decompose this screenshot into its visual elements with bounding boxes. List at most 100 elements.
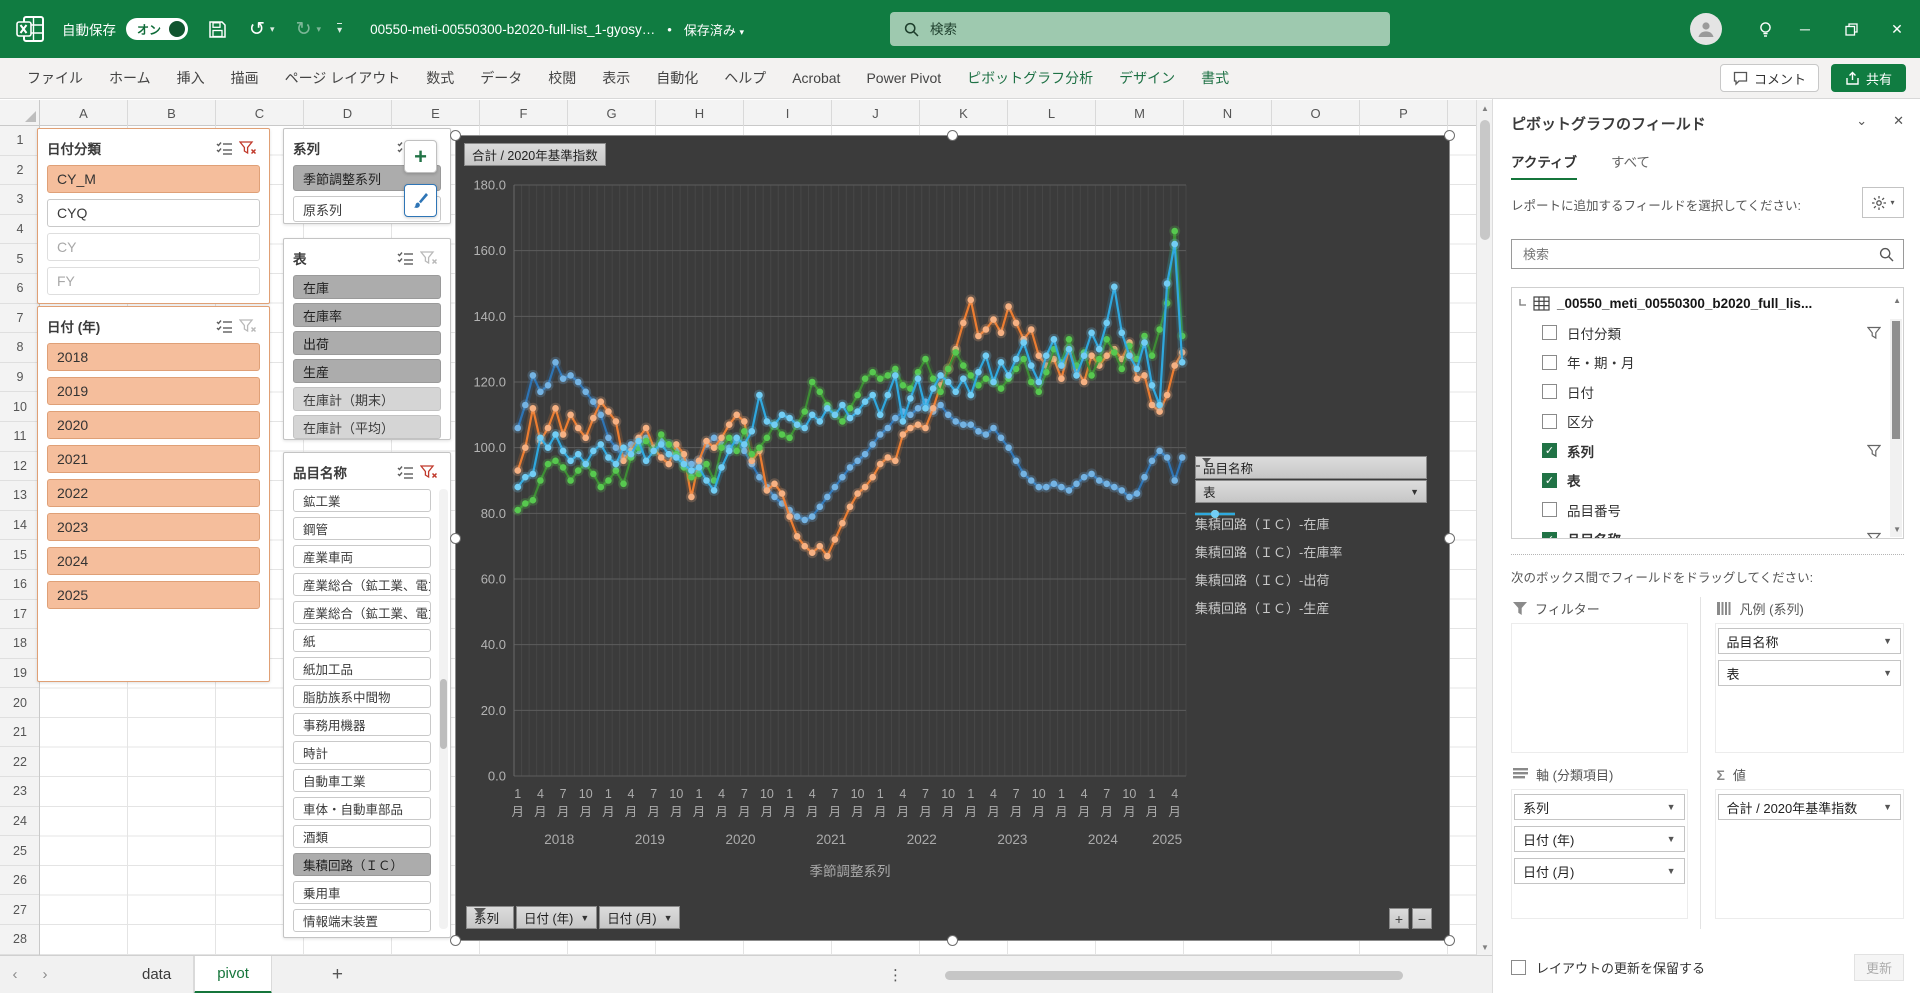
slicer-item[interactable]: 2018 [47, 343, 260, 371]
row-header-27[interactable]: 27 [0, 895, 40, 925]
search-input[interactable] [928, 21, 1348, 38]
row-header-3[interactable]: 3 [0, 185, 40, 215]
slicer-item[interactable]: 2022 [47, 479, 260, 507]
row-header-7[interactable]: 7 [0, 304, 40, 334]
column-header-H[interactable]: H [656, 100, 744, 126]
column-header-O[interactable]: O [1272, 100, 1360, 126]
multi-select-icon[interactable] [212, 138, 236, 158]
chart-handle-top-center[interactable] [947, 130, 958, 141]
field-checkbox[interactable] [1542, 355, 1557, 370]
comments-button[interactable]: コメント [1720, 64, 1819, 92]
row-header-24[interactable]: 24 [0, 807, 40, 837]
drop-area-box[interactable]: 系列▼日付 (年)▼日付 (月)▼ [1511, 789, 1688, 919]
row-header-8[interactable]: 8 [0, 333, 40, 363]
slicer-item[interactable]: CYQ [47, 199, 260, 227]
chip-dropdown-icon[interactable]: ▼ [1883, 802, 1892, 812]
slicer-item[interactable]: 在庫 [293, 275, 441, 299]
multi-select-icon[interactable] [212, 316, 236, 336]
column-header-N[interactable]: N [1184, 100, 1272, 126]
ribbon-tab-5[interactable]: ページ レイアウト [272, 58, 414, 99]
pane-search-box[interactable] [1511, 239, 1904, 269]
chip-dropdown-icon[interactable]: ▼ [1667, 866, 1676, 876]
field-filter-icon[interactable] [1867, 326, 1881, 340]
quick-access-toolbar-dropdown-icon[interactable]: ▾ [337, 23, 342, 36]
value-field-button[interactable]: 合計 / 2020年基準指数 [464, 143, 606, 166]
field-row-品目番号[interactable]: 品目番号 [1512, 495, 1903, 525]
chart-handle-bottom-center[interactable] [947, 935, 958, 946]
slicer-item[interactable]: 2025 [47, 581, 260, 609]
row-header-19[interactable]: 19 [0, 659, 40, 689]
saved-status[interactable]: 保存済み ▾ [684, 20, 744, 39]
row-header-12[interactable]: 12 [0, 452, 40, 482]
row-header-25[interactable]: 25 [0, 836, 40, 866]
drop-area-box[interactable]: 品目名称▼表▼ [1715, 623, 1905, 753]
column-header-D[interactable]: D [304, 100, 392, 126]
field-row-日付[interactable]: 日付 [1512, 377, 1903, 407]
field-checkbox[interactable] [1542, 414, 1557, 429]
field-checkbox[interactable] [1542, 502, 1557, 517]
slicer-item[interactable]: 鉱工業 [293, 489, 431, 512]
row-header-21[interactable]: 21 [0, 718, 40, 748]
ribbon-tab-9[interactable]: 表示 [589, 58, 643, 99]
ribbon-tab-15[interactable]: デザイン [1106, 58, 1188, 99]
axis-field-button-3[interactable]: 日付 (月)▼ [599, 906, 680, 929]
chart-handle-middle-right[interactable] [1444, 533, 1455, 544]
slicer-item[interactable]: 酒類 [293, 825, 431, 848]
slicer-item[interactable]: 2021 [47, 445, 260, 473]
ribbon-tab-7[interactable]: データ [467, 58, 535, 99]
sheet-tab-pivot[interactable]: pivot [194, 956, 272, 993]
account-avatar[interactable] [1690, 13, 1722, 45]
chip-dropdown-icon[interactable]: ▼ [1883, 636, 1892, 646]
pane-search-input[interactable] [1521, 246, 1879, 263]
scroll-up-icon[interactable]: ▲ [1477, 100, 1493, 116]
restore-button[interactable] [1828, 0, 1874, 58]
slicer-item[interactable]: 2020 [47, 411, 260, 439]
field-chip[interactable]: 合計 / 2020年基準指数▼ [1718, 794, 1902, 820]
column-header-A[interactable]: A [40, 100, 128, 126]
minimize-button[interactable]: ─ [1782, 0, 1828, 58]
pane-collapse-icon[interactable]: ⌄ [1856, 113, 1867, 129]
legend-field-button-item-name[interactable]: 品目名称 [1195, 456, 1427, 479]
row-header-10[interactable]: 10 [0, 392, 40, 422]
autosave-toggle[interactable]: オン [126, 18, 188, 40]
column-header-M[interactable]: M [1096, 100, 1184, 126]
tab-bar-options-icon[interactable]: ⋮ [888, 966, 903, 984]
clear-filter-icon[interactable] [417, 248, 441, 268]
slicer-item[interactable]: 情報端末装置 [293, 909, 431, 932]
field-row-区分[interactable]: 区分 [1512, 407, 1903, 437]
slicer-item[interactable]: 時計 [293, 741, 431, 764]
chart-handle-bottom-left[interactable] [450, 935, 461, 946]
row-header-1[interactable]: 1 [0, 126, 40, 156]
column-header-L[interactable]: L [1008, 100, 1096, 126]
slicer-item[interactable]: 生産 [293, 359, 441, 383]
slicer-item[interactable]: 紙加工品 [293, 657, 431, 680]
slicer-item[interactable]: 乗用車 [293, 881, 431, 904]
field-list-scroll-up-icon[interactable]: ▲ [1893, 296, 1901, 305]
slicer-item[interactable]: 集積回路（ＩＣ） [293, 853, 431, 876]
field-row-系列[interactable]: ✓系列 [1512, 436, 1903, 466]
row-header-22[interactable]: 22 [0, 747, 40, 777]
ribbon-tab-14[interactable]: ピボットグラフ分析 [954, 58, 1106, 99]
slicer-item[interactable]: 在庫計（平均） [293, 415, 441, 439]
multi-select-icon[interactable] [393, 248, 417, 268]
row-header-23[interactable]: 23 [0, 777, 40, 807]
pane-tab-all[interactable]: すべて [1611, 151, 1650, 180]
chart-handle-middle-left[interactable] [450, 533, 461, 544]
multi-select-icon[interactable] [393, 462, 417, 482]
drop-area-box[interactable]: 合計 / 2020年基準指数▼ [1715, 789, 1905, 919]
chip-dropdown-icon[interactable]: ▼ [1667, 802, 1676, 812]
close-button[interactable]: ✕ [1874, 0, 1920, 58]
axis-field-button-1[interactable]: 系列 [466, 906, 514, 929]
row-header-15[interactable]: 15 [0, 540, 40, 570]
row-header-14[interactable]: 14 [0, 511, 40, 541]
row-header-26[interactable]: 26 [0, 866, 40, 896]
document-title[interactable]: 00550-meti-00550300-b2020-full-list_1-gy… [370, 22, 655, 37]
field-checkbox[interactable]: ✓ [1542, 532, 1557, 539]
row-header-2[interactable]: 2 [0, 156, 40, 186]
clear-filter-icon[interactable] [236, 138, 260, 158]
ideas-lightbulb-icon[interactable] [1748, 0, 1782, 58]
ribbon-tab-4[interactable]: 描画 [218, 58, 272, 99]
field-chip[interactable]: 日付 (年)▼ [1514, 826, 1685, 852]
field-checkbox[interactable] [1542, 384, 1557, 399]
pane-tab-active[interactable]: アクティブ [1511, 151, 1577, 180]
